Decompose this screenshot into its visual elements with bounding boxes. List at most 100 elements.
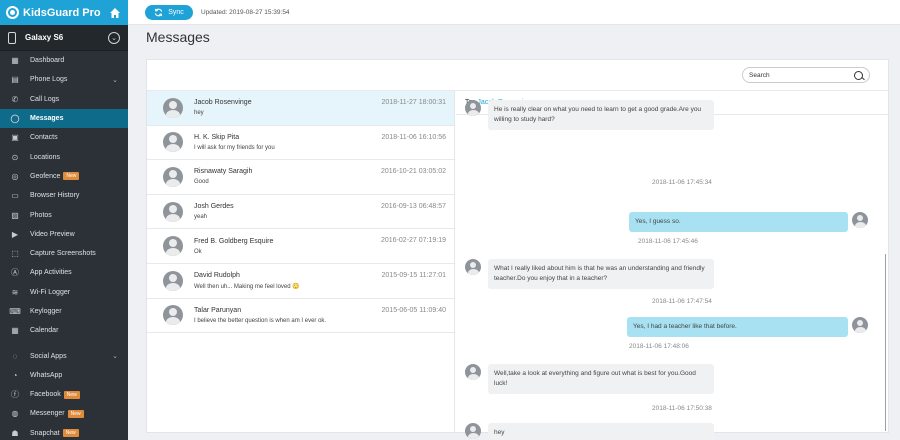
geofence-icon: ◎: [11, 171, 19, 181]
phone-logs-icon: ▤: [11, 75, 19, 85]
message-snippet: I will ask for my friends for you: [194, 144, 275, 151]
sidebar-item-geofence[interactable]: ◎ Geofence New: [0, 167, 128, 186]
sidebar-item-phone-logs[interactable]: ▤ Phone Logs ⌄: [0, 70, 128, 89]
sidebar-item-messenger[interactable]: ◍ Messenger New: [0, 404, 128, 423]
sidebar-item-photos[interactable]: ▨ Photos: [0, 205, 128, 224]
message-avatar: [465, 423, 481, 439]
message-bubble: What I really liked about him is that he…: [488, 259, 714, 289]
message-snippet: Ok: [194, 248, 202, 255]
new-badge: New: [67, 409, 84, 418]
video-icon: ▶: [11, 229, 19, 239]
conversation-time: 2016-09-13 06:48:57: [381, 202, 446, 210]
message-avatar: [852, 212, 868, 228]
message-bubble: Yes, I had a teacher like that before.: [627, 317, 848, 337]
message-snippet: I believe the better question is when am…: [194, 317, 327, 324]
device-name: Galaxy S6: [25, 33, 64, 42]
sidebar-item-locations[interactable]: ⊙ Locations: [0, 147, 128, 166]
sidebar-item-label: Calendar: [30, 327, 59, 335]
avatar: [465, 259, 481, 275]
sidebar-item-label: Snapchat: [30, 429, 60, 437]
messenger-icon: ◍: [11, 409, 19, 419]
sidebar-item-label: Geofence: [30, 172, 61, 180]
conversation-item[interactable]: Jacob Rosenvinge hey 2018-11-27 18:00:31: [147, 91, 454, 126]
sidebar-item-capture-screenshots[interactable]: ⬚ Capture Screenshots: [0, 244, 128, 263]
sidebar-item-label: Messages: [30, 115, 64, 123]
sidebar-item-contacts[interactable]: ▣ Contacts: [0, 128, 128, 147]
sidebar-item-label: Dashboard: [30, 57, 65, 65]
sidebar-item-label: Capture Screenshots: [30, 250, 96, 258]
conversation-time: 2016-02-27 07:19:19: [381, 237, 446, 245]
sidebar-item-label: Photos: [30, 211, 52, 219]
sidebar-item-app-activities[interactable]: Ⓐ App Activities: [0, 263, 128, 282]
search-input[interactable]: [749, 71, 854, 79]
message-avatar: [465, 100, 481, 116]
message-snippet: Good: [194, 179, 209, 186]
brand-bar: KidsGuard Pro: [0, 0, 128, 25]
sidebar-item-messages[interactable]: ◯ Messages: [0, 108, 128, 129]
sidebar-item-calendar[interactable]: ▦ Calendar: [0, 321, 128, 340]
sync-label: Sync: [168, 8, 184, 16]
message-time: 2018-11-06 17:48:06: [629, 343, 689, 350]
message-snippet: hey: [194, 110, 204, 117]
chat-scrollbar[interactable]: [884, 254, 886, 431]
message-avatar: [465, 259, 481, 275]
facebook-icon: ⓕ: [11, 390, 19, 400]
sidebar-nav: ▦ Dashboard ▤ Phone Logs ⌄ ✆ Call Logs ◯ Message…: [0, 51, 128, 440]
conversation-item[interactable]: Fred B. Goldberg Esquire Ok 2016-02-27 07:…: [147, 229, 454, 264]
browser-icon: ▭: [11, 191, 19, 201]
conversation-item[interactable]: David Rudolph Well then uh... Making me f…: [147, 264, 454, 299]
device-selector[interactable]: Galaxy S6 ⌄: [0, 25, 128, 51]
sync-button[interactable]: Sync: [145, 4, 193, 20]
message-bubble: hey: [488, 423, 714, 440]
new-badge: New: [63, 390, 80, 399]
search-icon[interactable]: [854, 70, 863, 80]
message-snippet: yeah: [194, 214, 208, 221]
new-badge: New: [62, 429, 79, 438]
message-time: 2018-11-06 17:45:34: [652, 179, 712, 186]
conversation-time: 2015-06-05 11:09:40: [381, 306, 446, 314]
sidebar-item-browser-history[interactable]: ▭ Browser History: [0, 186, 128, 205]
sidebar-item-label: Wi-Fi Logger: [30, 288, 71, 296]
avatar: [465, 423, 481, 439]
chevron-down-icon[interactable]: ⌄: [108, 31, 120, 44]
sidebar-item-whatsapp[interactable]: ◔ WhatsApp: [0, 366, 128, 385]
kidsguard-logo-icon: [6, 6, 19, 19]
sidebar: KidsGuard Pro Galaxy S6 ⌄ ▦ Dashboard ▤ Pho…: [0, 0, 128, 440]
sidebar-item-call-logs[interactable]: ✆ Call Logs: [0, 90, 128, 109]
sidebar-item-dashboard[interactable]: ▦ Dashboard: [0, 51, 128, 70]
sidebar-item-keylogger[interactable]: ⌨ Keylogger: [0, 302, 128, 321]
conversation-item[interactable]: Talar Parunyan I believe the better quest…: [147, 299, 454, 334]
sidebar-item-label: Call Logs: [30, 95, 60, 103]
snapchat-icon: ☗: [11, 428, 19, 438]
sidebar-item-label: Social Apps: [30, 352, 67, 360]
sidebar-item-facebook[interactable]: ⓕ Facebook New: [0, 385, 128, 404]
avatar: [163, 305, 183, 326]
chat-icon: ◯: [10, 114, 20, 124]
message-avatar: [852, 317, 868, 333]
sidebar-item-label: Browser History: [30, 192, 80, 200]
whatsapp-icon: ◔: [12, 370, 18, 380]
conversation-item[interactable]: H. K. Skip Pita I will ask for my friends…: [147, 126, 454, 161]
sidebar-item-wi-fi-logger[interactable]: ≋ Wi-Fi Logger: [0, 283, 128, 302]
conversation-time: 2018-11-06 16:10:56: [381, 133, 446, 141]
brand-name: KidsGuard Pro: [23, 6, 101, 19]
avatar: [163, 270, 183, 291]
conversation-item[interactable]: Josh Gerdes yeah 2016-09-13 06:48:57: [147, 195, 454, 230]
screenshot-icon: ⬚: [11, 249, 19, 259]
message-time: 2018-11-06 17:45:46: [638, 238, 698, 245]
chevron-down-icon: ⌄: [112, 76, 118, 84]
avatar: [163, 97, 183, 118]
avatar: [163, 166, 183, 187]
conversation-time: 2015-09-15 11:27:01: [381, 271, 446, 279]
sidebar-item-label: Phone Logs: [30, 76, 68, 84]
home-icon[interactable]: [108, 6, 122, 20]
conversation-item[interactable]: Risnawaty Saragih Good 2016-10-21 03:05:02: [147, 160, 454, 195]
conversation-time: 2018-11-27 18:00:31: [381, 99, 446, 106]
sidebar-item-snapchat[interactable]: ☗ Snapchat New: [0, 424, 128, 440]
avatar: [163, 236, 183, 257]
sidebar-item-label: Messenger: [30, 410, 65, 418]
keyboard-icon: ⌨: [9, 307, 21, 316]
message-snippet: Well then uh... Making me feel loved 😳: [194, 283, 300, 290]
sidebar-item-video-preview[interactable]: ▶ Video Preview: [0, 225, 128, 244]
sidebar-item-social-apps[interactable]: ◌ Social Apps ⌄: [0, 346, 128, 365]
